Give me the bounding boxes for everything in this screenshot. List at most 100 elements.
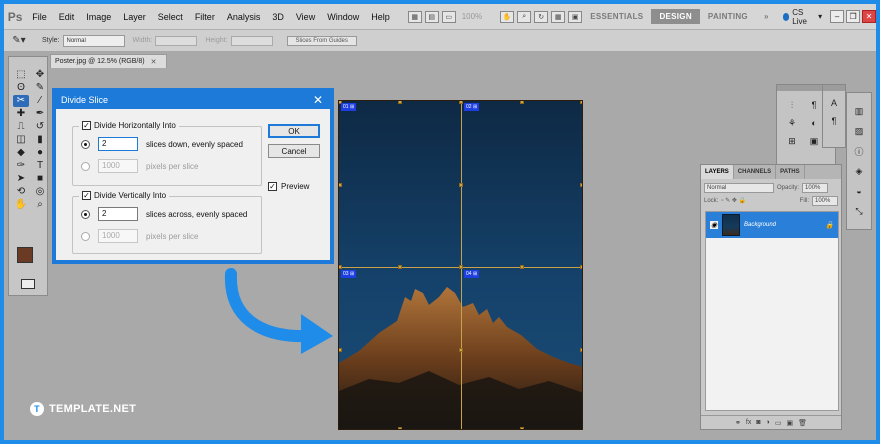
zoom-tool-icon[interactable]: ⌕	[32, 199, 48, 211]
path-select-tool-icon[interactable]: ➤	[13, 173, 29, 185]
menu-view[interactable]: View	[290, 12, 321, 22]
menu-select[interactable]: Select	[152, 12, 189, 22]
vertical-pixels-per-slice-input[interactable]: 1000	[98, 229, 138, 243]
slice-handle[interactable]	[398, 265, 402, 269]
cancel-button[interactable]: Cancel	[268, 144, 320, 158]
minimize-button[interactable]: –	[830, 10, 845, 23]
delete-layer-icon[interactable]: 🗑	[798, 419, 807, 427]
restore-button[interactable]: ❐	[846, 10, 861, 23]
preview-checkbox[interactable]: ✓	[268, 182, 277, 191]
slice-tool-icon[interactable]: ✂	[13, 95, 29, 107]
slices-from-guides-button[interactable]: Slices From Guides	[286, 35, 357, 46]
slice-handle[interactable]	[580, 183, 582, 187]
masks-icon[interactable]: ▣	[807, 135, 821, 147]
workspace-more[interactable]: »	[756, 9, 777, 24]
ok-button[interactable]: OK	[268, 124, 320, 138]
character-icon[interactable]: A	[827, 97, 841, 109]
new-layer-icon[interactable]: ▣	[786, 419, 793, 427]
type-tool-icon[interactable]: T	[32, 160, 48, 172]
quick-mask-icon[interactable]	[21, 279, 35, 289]
slice-handle[interactable]	[459, 101, 463, 104]
blend-mode-select[interactable]: Normal	[704, 182, 774, 193]
bridge-icon[interactable]: ▦	[407, 10, 422, 23]
menu-filter[interactable]: Filter	[189, 12, 221, 22]
opacity-input[interactable]: 100%	[802, 182, 829, 193]
slice-handle[interactable]	[398, 101, 402, 104]
swatches-icon[interactable]: ▨	[852, 125, 866, 137]
history-brush-tool-icon[interactable]: ↺	[32, 121, 48, 133]
adjustments-icon[interactable]: ◐	[807, 117, 821, 129]
workspace-essentials[interactable]: ESSENTIALS	[582, 9, 651, 24]
slice-handle[interactable]	[459, 183, 463, 187]
slices-down-input[interactable]: 2	[98, 137, 138, 151]
brush-presets-icon[interactable]: ⚘	[785, 117, 799, 129]
rotate-icon[interactable]: ↻	[534, 10, 549, 23]
slice-handle[interactable]	[520, 427, 524, 429]
hand-tool-icon[interactable]: ✋	[13, 199, 29, 211]
menu-layer[interactable]: Layer	[117, 12, 152, 22]
slices-across-input[interactable]: 2	[98, 207, 138, 221]
close-icon[interactable]: ✕	[313, 94, 323, 106]
healing-tool-icon[interactable]: ✚	[13, 108, 29, 120]
divide-horizontally-checkbox[interactable]: ✓	[82, 121, 91, 130]
screen-mode-icon[interactable]: ▣	[568, 10, 583, 23]
3d-orbit-tool-icon[interactable]: ◎	[32, 186, 48, 198]
slice-handle[interactable]	[520, 101, 524, 104]
shape-tool-icon[interactable]: ■	[32, 173, 48, 185]
divide-vertically-checkbox[interactable]: ✓	[82, 191, 91, 200]
styles-icon[interactable]: ◒	[852, 185, 866, 197]
zoom-icon[interactable]: ⌕	[517, 10, 532, 23]
slice-handle[interactable]	[339, 183, 342, 187]
slice-handle[interactable]	[398, 427, 402, 429]
channels-icon[interactable]: ⫶	[785, 99, 799, 111]
mini-bridge-icon[interactable]: ▤	[424, 10, 439, 23]
menu-help[interactable]: Help	[365, 12, 396, 22]
workspace-design[interactable]: DESIGN	[651, 9, 700, 24]
slice-handle[interactable]	[580, 348, 582, 352]
quick-select-tool-icon[interactable]: ✎	[32, 82, 48, 94]
slices-across-radio[interactable]	[81, 209, 90, 219]
gradient-tool-icon[interactable]: ▮	[32, 134, 48, 146]
workspace-painting[interactable]: PAINTING	[700, 9, 756, 24]
cs-live-button[interactable]: CS Live ▾	[777, 8, 828, 26]
slice-handle[interactable]	[459, 265, 463, 269]
3d-rotate-tool-icon[interactable]: ⟲	[13, 186, 29, 198]
menu-image[interactable]: Image	[80, 12, 117, 22]
menu-analysis[interactable]: Analysis	[221, 12, 267, 22]
brush-tool-icon[interactable]: ✒	[32, 108, 48, 120]
view-extras-icon[interactable]: ▭	[441, 10, 456, 23]
tab-layers[interactable]: LAYERS	[701, 165, 734, 179]
pen-tool-icon[interactable]: ✑	[13, 160, 29, 172]
pixels-per-slice-input[interactable]: 1000	[98, 159, 138, 173]
blur-tool-icon[interactable]: ◆	[13, 147, 29, 159]
fill-input[interactable]: 100%	[812, 195, 838, 206]
menu-edit[interactable]: Edit	[53, 12, 81, 22]
zoom-level[interactable]: 100%	[456, 12, 488, 21]
arrange-documents-icon[interactable]: ▦	[551, 10, 566, 23]
move-tool-icon[interactable]: ✥	[32, 69, 48, 81]
info-icon[interactable]: ⓘ	[852, 145, 866, 157]
height-field[interactable]	[230, 35, 273, 46]
foreground-color-swatch[interactable]	[17, 247, 33, 263]
adjustment-layer-icon[interactable]: ◑	[766, 419, 770, 426]
paragraph-icon[interactable]: ¶	[827, 115, 841, 127]
canvas-image[interactable]: 01 ⊞ 02 ⊞ 03 ⊞ 04 ⊞	[338, 100, 583, 430]
close-icon[interactable]: ✕	[151, 58, 157, 66]
group-icon[interactable]: ▭	[775, 419, 782, 427]
layers-icon[interactable]: ◈	[852, 165, 866, 177]
slices-down-radio[interactable]	[81, 139, 90, 149]
menu-window[interactable]: Window	[321, 12, 365, 22]
style-select[interactable]: Normal	[62, 34, 125, 47]
slice-handle[interactable]	[580, 101, 582, 104]
color-icon[interactable]: ▥	[852, 105, 866, 117]
slice-handle[interactable]	[520, 265, 524, 269]
document-tab[interactable]: Poster.jpg @ 12.5% (RGB/8) ✕	[50, 54, 168, 68]
slice-handle[interactable]	[580, 265, 582, 269]
marquee-tool-icon[interactable]: ⬚	[13, 69, 29, 81]
layer-row-background[interactable]: ◉ Background 🔒	[706, 212, 838, 238]
tab-channels[interactable]: CHANNELS	[734, 165, 777, 179]
paragraph-style-icon[interactable]: ¶	[807, 99, 821, 111]
close-button[interactable]: ✕	[862, 10, 876, 23]
link-layers-icon[interactable]: ⚭	[735, 419, 741, 427]
slice-handle[interactable]	[459, 348, 463, 352]
